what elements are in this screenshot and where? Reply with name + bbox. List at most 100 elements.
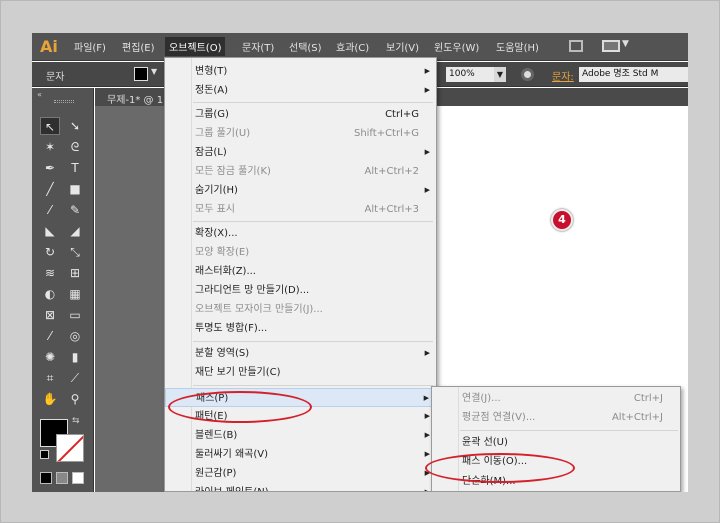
menu-item-transform[interactable]: 변형(T) ▶	[165, 62, 436, 81]
arrange-documents-icon[interactable]	[602, 40, 620, 52]
line-tool-icon[interactable]: ╱	[40, 180, 60, 198]
pencil-tool-icon[interactable]: ✎	[65, 201, 85, 219]
submenu-arrow-icon: ▶	[424, 148, 430, 156]
menu-item-expand-appearance[interactable]: 모양 확장(E)	[165, 243, 436, 262]
screenshot-frame: Ai 파일(F) 편집(E) 오브젝트(O) 문자(T) 선택(S) 효과(C)…	[0, 0, 720, 523]
default-colors-icon[interactable]	[40, 450, 49, 459]
blend-tool-icon[interactable]: ◎	[65, 327, 85, 345]
free-transform-tool-icon[interactable]: ⊞	[65, 264, 85, 282]
menu-help[interactable]: 도움말(H)	[496, 39, 539, 54]
rotate-tool-icon[interactable]: ↻	[40, 243, 60, 261]
slice-tool-icon[interactable]: ⟋	[65, 369, 85, 387]
object-menu: 변형(T) ▶ 정돈(A) ▶ 그룹(G) Ctrl+G 그룹 풀기(U) Shift+…	[164, 57, 437, 492]
menu-item-create-trim-marks[interactable]: 재단 보기 만들기(C)	[165, 363, 436, 382]
mesh-tool-icon[interactable]: ⊠	[40, 306, 60, 324]
app-logo: Ai	[40, 37, 58, 56]
menu-item-flatten-transparency[interactable]: 투명도 병합(F)...	[165, 319, 436, 338]
swap-colors-icon[interactable]: ⇆	[72, 416, 80, 426]
bridge-icon[interactable]	[569, 40, 583, 52]
menu-item-show-all[interactable]: 모두 표시 Alt+Ctrl+3	[165, 200, 436, 219]
eyedropper-tool-icon[interactable]: ⁄	[40, 327, 60, 345]
menu-item-ungroup[interactable]: 그룹 풀기(U) Shift+Ctrl+G	[165, 124, 436, 143]
menu-item-unlock-all[interactable]: 모든 잠금 풀기(K) Alt+Ctrl+2	[165, 162, 436, 181]
fill-color-swatch[interactable]	[134, 67, 148, 81]
opacity-dropdown-icon[interactable]: ▼	[494, 67, 506, 82]
opacity-field[interactable]: 100%	[446, 67, 494, 82]
selection-tool-icon[interactable]: ↖	[40, 117, 60, 135]
symbol-sprayer-tool-icon[interactable]: ✺	[40, 348, 60, 366]
font-family-field[interactable]: Adobe 명조 Std M	[579, 67, 688, 82]
menu-window[interactable]: 윈도우(W)	[434, 39, 479, 54]
menu-separator	[193, 221, 433, 222]
perspective-grid-tool-icon[interactable]: ▦	[65, 285, 85, 303]
menu-select[interactable]: 선택(S)	[289, 39, 322, 54]
menu-edit[interactable]: 편집(E)	[122, 39, 155, 54]
width-tool-icon[interactable]: ≋	[40, 264, 60, 282]
menu-view[interactable]: 보기(V)	[386, 39, 419, 54]
submenu-arrow-icon: ▶	[424, 186, 430, 194]
magic-wand-tool-icon[interactable]: ✶	[40, 138, 60, 156]
shape-builder-tool-icon[interactable]: ◐	[40, 285, 60, 303]
chevron-down-icon[interactable]: ▼	[151, 67, 157, 76]
menu-item-slice[interactable]: 분할 영역(S) ▶	[165, 344, 436, 363]
recolor-icon[interactable]	[521, 68, 534, 81]
menu-effect[interactable]: 효과(C)	[336, 39, 369, 54]
menu-item-average[interactable]: 평균점 연결(V)... Alt+Ctrl+J	[432, 408, 680, 427]
artboard-tool-icon[interactable]: ⌗	[40, 369, 60, 387]
character-link[interactable]: 문자:	[552, 68, 574, 83]
lasso-tool-icon[interactable]: ᘓ	[65, 138, 85, 156]
paintbrush-tool-icon[interactable]: ⁄	[40, 201, 60, 219]
gradient-tool-icon[interactable]: ▭	[65, 306, 85, 324]
color-mode-icon[interactable]	[40, 472, 52, 484]
stroke-color-box[interactable]	[56, 434, 84, 462]
menu-item-lock[interactable]: 잠금(L) ▶	[165, 143, 436, 162]
menu-item-expand[interactable]: 확장(X)...	[165, 224, 436, 243]
menu-object[interactable]: 오브젝트(O)	[165, 37, 226, 56]
menu-item-outline-stroke[interactable]: 윤곽 선(U)	[432, 433, 680, 452]
menu-file[interactable]: 파일(F)	[74, 39, 106, 54]
type-tool-icon[interactable]: T	[65, 159, 85, 177]
collapse-panel-icon[interactable]: «	[37, 90, 42, 99]
menu-item-join[interactable]: 연결(J)... Ctrl+J	[432, 389, 680, 408]
menu-item-create-object-mosaic[interactable]: 오브젝트 모자이크 만들기(J)...	[165, 300, 436, 319]
highlight-ring-path	[168, 391, 312, 423]
submenu-arrow-icon: ▶	[424, 431, 430, 439]
none-mode-icon[interactable]	[72, 472, 84, 484]
tools-panel: « ↖ ➘ ✶ ᘓ ✒ T ╱ ■ ⁄ ✎ ◣ ◢ ↻ ⤡ ≋ ⊞ ◐ ▦ ⊠ …	[32, 88, 94, 492]
hand-tool-icon[interactable]: ✋	[40, 390, 60, 408]
gradient-mode-icon[interactable]	[56, 472, 68, 484]
menu-item-arrange[interactable]: 정돈(A) ▶	[165, 81, 436, 100]
blob-brush-tool-icon[interactable]: ◣	[40, 222, 60, 240]
submenu-arrow-icon: ▶	[424, 86, 430, 94]
eraser-tool-icon[interactable]: ◢	[65, 222, 85, 240]
menu-item-rasterize[interactable]: 래스터화(Z)...	[165, 262, 436, 281]
menu-item-create-gradient-mesh[interactable]: 그라디언트 망 만들기(D)...	[165, 281, 436, 300]
highlight-ring-offset-path	[425, 453, 575, 483]
submenu-arrow-icon: ▶	[424, 67, 430, 75]
pen-tool-icon[interactable]: ✒	[40, 159, 60, 177]
menu-item-live-paint[interactable]: 라이브 페인트(N)▶	[165, 483, 436, 492]
menu-separator	[460, 430, 678, 431]
menu-type[interactable]: 문자(T)	[242, 39, 274, 54]
control-type-label: 문자	[46, 72, 65, 83]
submenu-arrow-icon: ▶	[424, 349, 430, 357]
chevron-down-icon[interactable]: ▼	[622, 39, 629, 49]
rectangle-tool-icon[interactable]: ■	[65, 180, 85, 198]
zoom-tool-icon[interactable]: ⚲	[65, 390, 85, 408]
menu-item-perspective[interactable]: 원근감(P) ▶	[165, 464, 436, 483]
submenu-arrow-icon: ▶	[423, 394, 429, 402]
submenu-arrow-icon: ▶	[424, 450, 430, 458]
column-graph-tool-icon[interactable]: ▮	[65, 348, 85, 366]
menu-item-hide[interactable]: 숨기기(H) ▶	[165, 181, 436, 200]
direct-selection-tool-icon[interactable]: ➘	[65, 117, 85, 135]
menu-item-envelope-distort[interactable]: 둘러싸기 왜곡(V) ▶	[165, 445, 436, 464]
menu-item-group[interactable]: 그룹(G) Ctrl+G	[165, 105, 436, 124]
scale-tool-icon[interactable]: ⤡	[65, 243, 85, 261]
panel-grip[interactable]	[54, 100, 74, 103]
document-tab[interactable]: 무제-1* @ 1	[107, 91, 163, 106]
submenu-arrow-icon: ▶	[424, 488, 430, 492]
menu-item-blend[interactable]: 블렌드(B) ▶	[165, 426, 436, 445]
step-badge: 4	[551, 209, 573, 231]
pasteboard	[95, 106, 164, 492]
menu-separator	[193, 385, 433, 386]
